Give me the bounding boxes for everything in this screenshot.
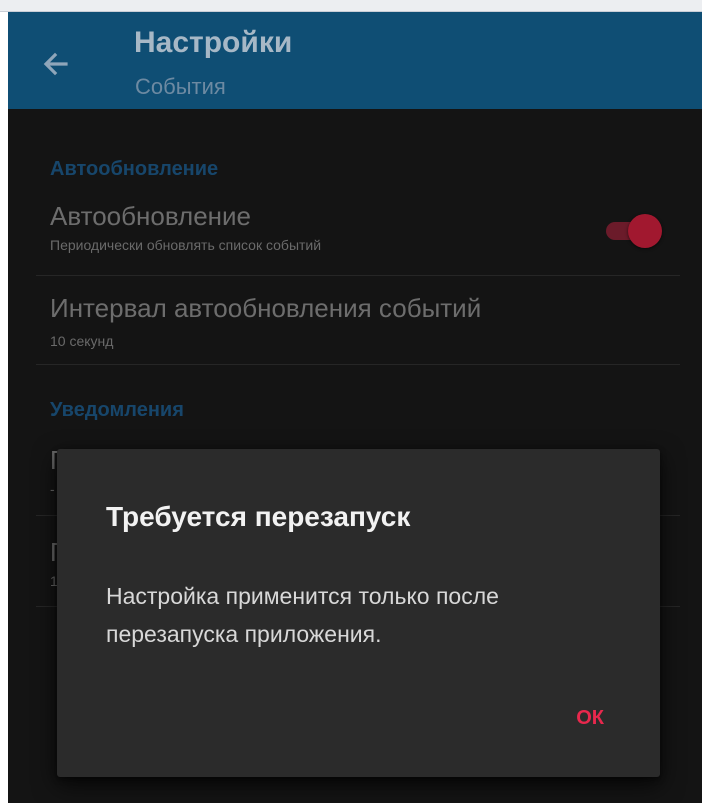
section-header-notifications: Уведомления — [50, 399, 184, 421]
toolbar-title: Настройки — [134, 26, 293, 59]
window-top-edge — [0, 0, 702, 12]
autoupdate-toggle[interactable] — [604, 211, 662, 251]
dialog-message: Настройка применится только после переза… — [106, 583, 499, 647]
list-divider — [36, 364, 680, 365]
pref-autoupdate[interactable]: Автообновление Периодически обновлять сп… — [36, 201, 680, 275]
back-button[interactable] — [36, 44, 76, 84]
app-screen: Настройки События Автообновление Автообн… — [8, 0, 702, 803]
app-toolbar: Настройки События — [8, 12, 702, 109]
list-divider — [36, 275, 680, 276]
pref-autoupdate-title: Автообновление — [50, 201, 252, 231]
toggle-thumb — [628, 214, 662, 248]
pref-autoupdate-summary: Периодически обновлять список событий — [50, 237, 322, 253]
dialog-title: Требуется перезапуск — [106, 501, 411, 532]
pref-interval-title: Интервал автообновления событий — [50, 293, 482, 323]
section-header-autoupdate: Автообновление — [50, 158, 219, 180]
restart-required-dialog: Требуется перезапуск Настройка применитс… — [57, 449, 660, 777]
pref-interval-summary: 10 секунд — [50, 333, 114, 349]
dialog-ok-button[interactable]: ОК — [568, 701, 612, 736]
pref-autoupdate-interval[interactable]: Интервал автообновления событий 10 секун… — [36, 293, 680, 365]
pref-notification-1-summary: ‐ — [50, 481, 55, 497]
arrow-left-icon — [43, 52, 68, 76]
toolbar-subtitle: События — [135, 74, 226, 99]
